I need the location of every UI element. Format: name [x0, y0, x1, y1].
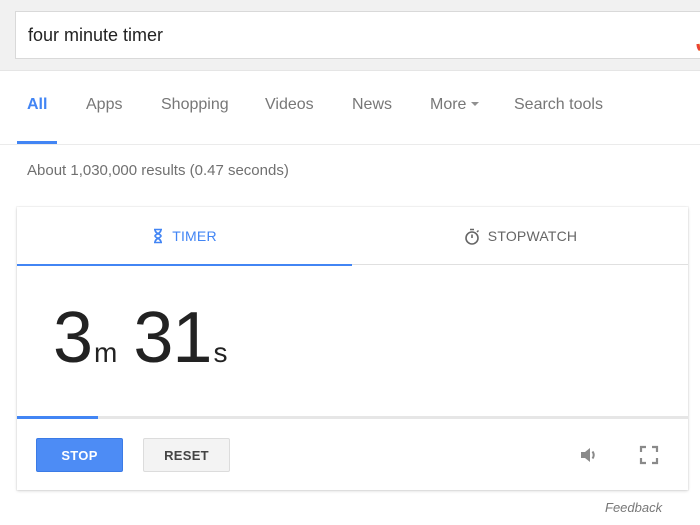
tab-timer[interactable]: TIMER [17, 207, 352, 266]
search-nav-tabs: All Apps Shopping Videos News More Searc… [0, 72, 700, 145]
active-tab-indicator [17, 141, 57, 144]
stopwatch-icon [464, 228, 479, 245]
tab-all[interactable]: All [27, 96, 47, 114]
timer-widget: TIMER STOPWATCH 3m 31s STOP RESET [17, 207, 688, 490]
tab-videos[interactable]: Videos [265, 96, 314, 114]
stop-button[interactable]: STOP [36, 438, 123, 472]
microphone-icon[interactable] [696, 34, 700, 58]
timer-display: 3m 31s [53, 302, 243, 374]
tab-search-tools[interactable]: Search tools [514, 96, 603, 114]
timer-progress-bar [17, 416, 688, 419]
caret-down-icon [471, 101, 480, 106]
tab-shopping[interactable]: Shopping [161, 96, 229, 114]
timer-widget-tabs: TIMER STOPWATCH [17, 207, 688, 266]
search-box[interactable] [15, 11, 700, 59]
seconds-unit: s [213, 337, 228, 368]
tab-timer-label: TIMER [172, 227, 217, 244]
reset-button[interactable]: RESET [143, 438, 230, 472]
minutes-unit: m [94, 337, 118, 368]
tab-apps[interactable]: Apps [86, 96, 122, 114]
hourglass-icon [154, 228, 163, 243]
feedback-link[interactable]: Feedback [605, 500, 662, 515]
result-stats: About 1,030,000 results (0.47 seconds) [27, 162, 289, 179]
tab-news[interactable]: News [352, 96, 392, 114]
fullscreen-icon[interactable] [637, 443, 661, 467]
minutes-value: 3 [53, 298, 93, 378]
tab-more-label: More [430, 96, 467, 113]
seconds-value: 31 [133, 298, 212, 378]
search-input[interactable] [28, 12, 628, 58]
tab-stopwatch-label: STOPWATCH [487, 228, 578, 244]
timer-progress-fill [17, 416, 99, 419]
tab-more[interactable]: More [430, 96, 480, 114]
volume-icon[interactable] [577, 443, 601, 467]
search-header [0, 0, 700, 71]
tab-stopwatch[interactable]: STOPWATCH [353, 207, 688, 265]
